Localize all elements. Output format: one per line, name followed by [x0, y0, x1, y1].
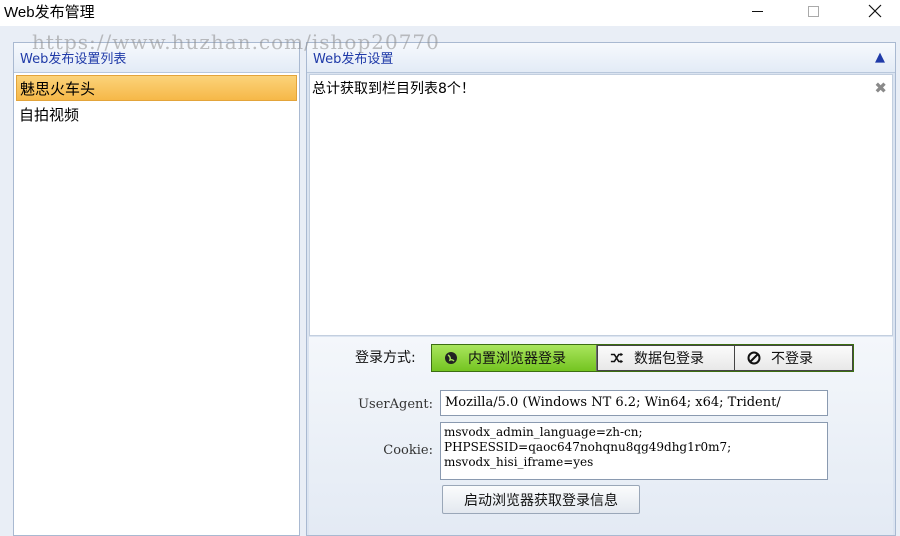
no-entry-icon [747, 351, 761, 365]
cookie-line: msvodx_hisi_iframe=yes [444, 455, 594, 469]
list-panel-title: Web发布设置列表 [20, 52, 127, 67]
useragent-input[interactable]: Mozilla/5.0 (Windows NT 6.2; Win64; x64;… [440, 390, 828, 416]
globe-icon [444, 351, 458, 365]
list-item-label: 魅思火车头 [20, 79, 96, 98]
useragent-label: UserAgent: [358, 397, 433, 412]
settings-panel-header: Web发布设置 ▲ [307, 43, 895, 73]
builtin-browser-login-label: 内置浏览器登录 [468, 351, 566, 367]
cookie-line: PHPSESSID=qaoc647nohqnu8qg49dhg1r0m7; [444, 440, 732, 454]
maximize-icon [807, 5, 819, 17]
cookie-line: msvodx_admin_language=zh-cn; [444, 425, 643, 439]
settings-list: 魅思火车头 自拍视频 [14, 73, 299, 129]
login-settings: 登录方式: 内置浏览器登录 数据包登录 不登录 UserAgent: Mozil… [309, 337, 893, 535]
settings-panel-title: Web发布设置 [313, 52, 394, 67]
close-button[interactable] [852, 0, 898, 22]
login-method-label: 登录方式: [355, 350, 416, 366]
log-output[interactable]: 总计获取到栏目列表8个！ ✖ [309, 74, 893, 336]
shuffle-icon [610, 351, 624, 365]
publish-settings-list-panel: Web发布设置列表 魅思火车头 自拍视频 [13, 42, 300, 536]
maximize-button[interactable] [790, 0, 836, 22]
log-message: 总计获取到栏目列表8个！ [312, 81, 475, 97]
minimize-button[interactable] [734, 0, 780, 22]
packet-login-label: 数据包登录 [634, 351, 704, 367]
publish-settings-panel: Web发布设置 ▲ 总计获取到栏目列表8个！ ✖ 登录方式: 内置浏览器登录 数… [306, 42, 896, 536]
list-item[interactable]: 自拍视频 [16, 101, 297, 127]
close-icon [868, 4, 882, 18]
clear-log-icon[interactable]: ✖ [874, 79, 887, 97]
no-login-label: 不登录 [771, 351, 813, 367]
minimize-icon [751, 10, 763, 12]
list-item[interactable]: 魅思火车头 [16, 75, 297, 101]
no-login-button[interactable]: 不登录 [735, 345, 853, 371]
collapse-up-icon[interactable]: ▲ [875, 50, 885, 65]
title-bar: Web发布管理 [0, 0, 900, 26]
fetch-login-info-button[interactable]: 启动浏览器获取登录信息 [442, 485, 640, 514]
list-panel-header: Web发布设置列表 [14, 43, 299, 73]
cookie-textarea[interactable]: msvodx_admin_language=zh-cn; PHPSESSID=q… [440, 422, 828, 480]
packet-login-button[interactable]: 数据包登录 [597, 345, 735, 371]
login-method-selector: 内置浏览器登录 数据包登录 不登录 [431, 344, 854, 372]
window-title: Web发布管理 [4, 4, 95, 21]
cookie-label: Cookie: [383, 443, 433, 458]
builtin-browser-login-button[interactable]: 内置浏览器登录 [432, 345, 597, 371]
list-item-label: 自拍视频 [19, 105, 80, 124]
